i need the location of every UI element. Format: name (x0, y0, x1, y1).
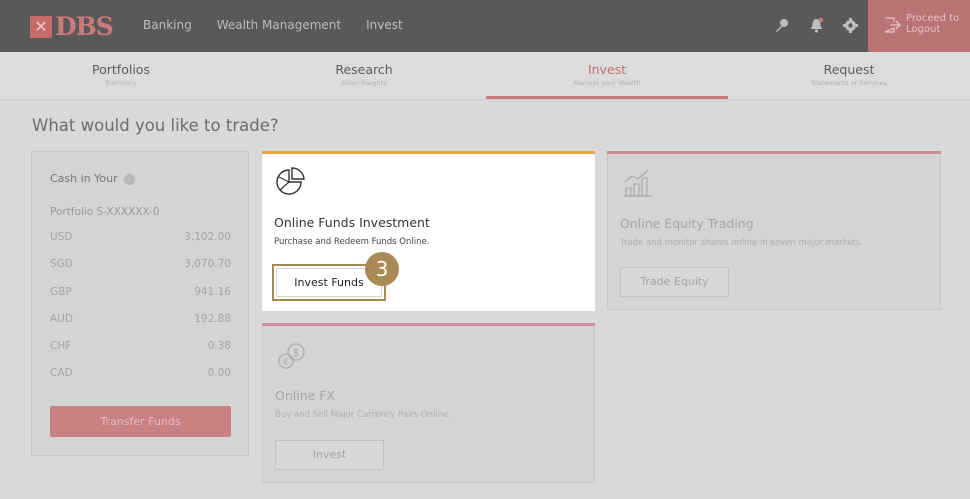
logout-button[interactable]: Proceed to Logout (868, 0, 970, 52)
logout-icon (884, 17, 901, 33)
bar-chart-icon (624, 169, 652, 197)
funds-accent-bar (262, 151, 595, 154)
fx-description: Buy and Sell Major Currency Pairs Online… (275, 410, 452, 420)
cash-title: Cash in Your i (50, 172, 135, 185)
equity-accent-bar (607, 151, 941, 154)
currency-row: USD 3,102.00 (50, 231, 231, 243)
pie-chart-icon (276, 167, 305, 195)
funds-title: Online Funds Investment (274, 215, 430, 230)
invest-fx-button[interactable]: Invest (275, 440, 384, 470)
trade-equity-button[interactable]: Trade Equity (620, 267, 729, 297)
tab-portfolios[interactable]: Portfolios Summary (0, 52, 242, 100)
tab-invest[interactable]: Invest Manage your Wealth (486, 52, 728, 100)
nav-invest[interactable]: Invest (366, 18, 403, 32)
equity-description: Trade and monitor shares online in seven… (620, 238, 863, 248)
online-funds-card: Online Funds Investment Purchase and Red… (262, 151, 595, 311)
currency-row: CHF 0.38 (50, 340, 231, 352)
funds-description: Purchase and Redeem Funds Online. (274, 237, 430, 247)
tab-research[interactable]: Research Asian Insights (243, 52, 485, 100)
top-nav: Banking Wealth Management Invest (143, 18, 428, 32)
contact-icon[interactable] (773, 17, 790, 34)
fx-accent-bar (262, 323, 595, 326)
tab-request[interactable]: Request Statements or Services (728, 52, 970, 100)
currency-row: SGD 3,070.70 (50, 258, 231, 270)
page-title: What would you like to trade? (32, 116, 279, 135)
bell-icon[interactable] (808, 17, 825, 34)
logo-text: DBS (55, 12, 114, 41)
dbs-logo[interactable]: ✕ DBS (30, 12, 114, 41)
svg-text:$: $ (293, 348, 299, 359)
online-fx-card: $ € Online FX Buy and Sell Major Currenc… (262, 323, 595, 483)
currency-exchange-icon: $ € (278, 343, 305, 369)
svg-text:€: € (283, 358, 289, 368)
top-bar: ✕ DBS Banking Wealth Management Invest P… (0, 0, 970, 52)
transfer-funds-button[interactable]: Transfer Funds (50, 406, 231, 437)
online-equity-card: Online Equity Trading Trade and monitor … (607, 151, 941, 310)
currency-row: AUD 192.88 (50, 313, 231, 325)
fx-title: Online FX (275, 388, 336, 403)
nav-wealth-management[interactable]: Wealth Management (217, 18, 341, 32)
section-tabs: Portfolios Summary Research Asian Insigh… (0, 52, 970, 100)
currency-row: GBP 941.16 (50, 286, 231, 298)
dbs-star-icon: ✕ (30, 15, 52, 38)
info-icon[interactable]: i (123, 174, 135, 185)
cash-card: Cash in Your i Portfolio S-XXXXXX-0 USD 3,… (31, 151, 249, 456)
logout-label: Proceed to Logout (906, 13, 960, 35)
gear-icon[interactable] (842, 17, 859, 34)
currency-row: CAD 0.00 (50, 367, 231, 379)
nav-banking[interactable]: Banking (143, 18, 192, 32)
step-badge: 3 (365, 252, 399, 286)
portfolio-number: Portfolio S-XXXXXX-0 (50, 206, 160, 218)
equity-title: Online Equity Trading (620, 216, 754, 231)
